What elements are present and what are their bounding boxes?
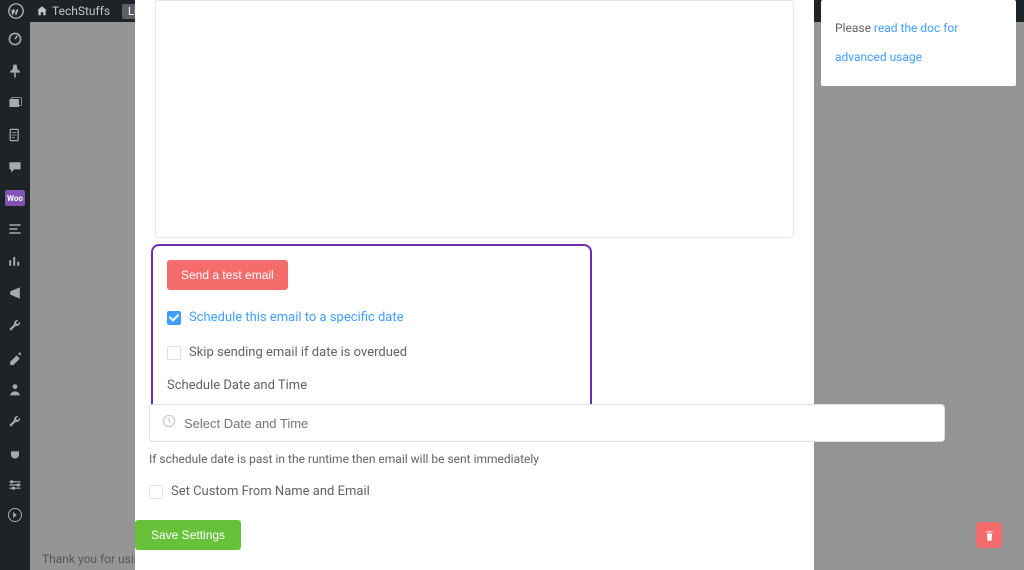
email-editor-placeholder[interactable] bbox=[155, 0, 794, 238]
wordpress-logo-icon[interactable] bbox=[8, 3, 24, 19]
schedule-checkbox-row[interactable]: Schedule this email to a specific date bbox=[167, 310, 576, 325]
settings-icon[interactable] bbox=[6, 412, 24, 430]
schedule-hint: If schedule date is past in the runtime … bbox=[149, 452, 945, 466]
wp-admin-sidebar: Woo bbox=[0, 22, 30, 570]
schedule-date-heading: Schedule Date and Time bbox=[167, 378, 576, 393]
fluent-icon[interactable] bbox=[6, 220, 24, 238]
skip-checkbox[interactable] bbox=[167, 346, 181, 360]
pin-icon[interactable] bbox=[6, 62, 24, 80]
schedule-checkbox-label: Schedule this email to a specific date bbox=[189, 310, 404, 325]
comments-icon[interactable] bbox=[6, 158, 24, 176]
site-name: TechStuffs bbox=[52, 4, 110, 18]
schedule-section: Send a test email Schedule this email to… bbox=[151, 244, 592, 413]
custom-from-checkbox[interactable] bbox=[149, 485, 163, 499]
trash-icon bbox=[983, 529, 996, 542]
custom-from-row[interactable]: Set Custom From Name and Email bbox=[149, 484, 945, 499]
schedule-date-input[interactable] bbox=[149, 404, 945, 442]
collapse-icon[interactable] bbox=[8, 508, 22, 522]
info-sidebar: Please read the doc for advanced usage bbox=[821, 0, 1016, 86]
skip-checkbox-row[interactable]: Skip sending email if date is overdued bbox=[167, 345, 576, 360]
schedule-checkbox[interactable] bbox=[167, 311, 181, 325]
sliders-icon[interactable] bbox=[6, 476, 24, 494]
tools-icon[interactable] bbox=[6, 316, 24, 334]
bottom-action-bar: Save Settings bbox=[135, 520, 1016, 550]
clock-icon bbox=[162, 414, 176, 432]
dashboard-icon[interactable] bbox=[6, 30, 24, 48]
send-test-email-button[interactable]: Send a test email bbox=[167, 260, 288, 290]
save-settings-button[interactable]: Save Settings bbox=[135, 520, 241, 550]
delete-button[interactable] bbox=[976, 522, 1002, 548]
pages-icon[interactable] bbox=[6, 126, 24, 144]
users-icon[interactable] bbox=[6, 380, 24, 398]
appearance-icon[interactable] bbox=[6, 348, 24, 366]
woo-icon[interactable]: Woo bbox=[5, 190, 25, 206]
home-icon bbox=[36, 5, 48, 17]
media-icon[interactable] bbox=[6, 94, 24, 112]
skip-checkbox-label: Skip sending email if date is overdued bbox=[189, 345, 407, 360]
custom-from-label: Set Custom From Name and Email bbox=[171, 484, 370, 499]
analytics-icon[interactable] bbox=[6, 252, 24, 270]
schedule-date-field[interactable] bbox=[184, 416, 932, 431]
plugins-icon[interactable] bbox=[6, 444, 24, 462]
site-name-link[interactable]: TechStuffs bbox=[36, 4, 110, 18]
main-panel: Send a test email Schedule this email to… bbox=[135, 0, 814, 570]
marketing-icon[interactable] bbox=[6, 284, 24, 302]
